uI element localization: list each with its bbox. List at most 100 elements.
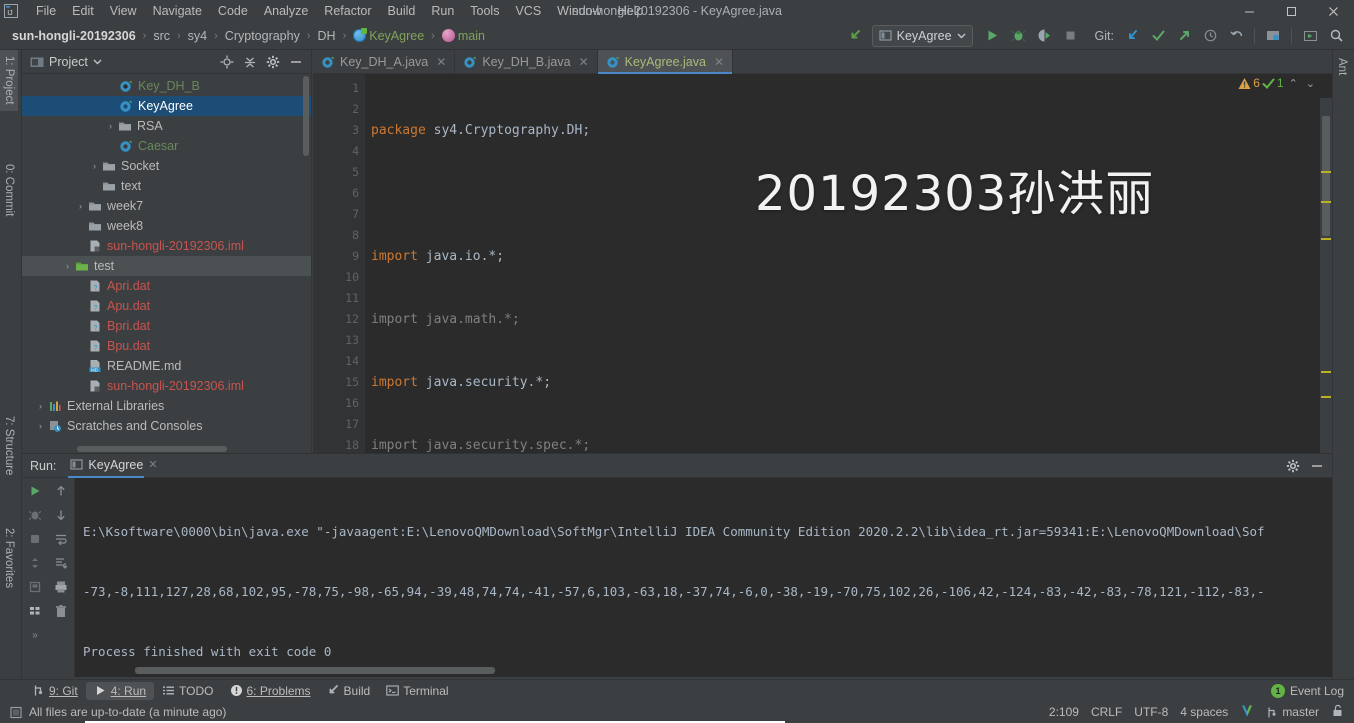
editor-tabs[interactable]: Key_DH_A.java ✕ Key_DH_B.java ✕ KeyAgree… bbox=[313, 50, 1332, 74]
git-update-icon[interactable] bbox=[1120, 25, 1144, 47]
error-stripe-marker[interactable] bbox=[1321, 396, 1331, 398]
hide-panel-icon[interactable] bbox=[285, 52, 307, 72]
tree-node-text[interactable]: text bbox=[22, 176, 311, 196]
history-icon[interactable] bbox=[1198, 25, 1222, 47]
menu-bar[interactable]: File Edit View Navigate Code Analyze Ref… bbox=[28, 2, 651, 20]
menu-item-edit[interactable]: Edit bbox=[64, 2, 102, 20]
bottom-item-todo[interactable]: TODO bbox=[154, 682, 221, 700]
tree-node-keyagree[interactable]: KeyAgree bbox=[22, 96, 311, 116]
error-stripe-marker[interactable] bbox=[1321, 171, 1331, 173]
tab-keyagree-java[interactable]: KeyAgree.java ✕ bbox=[597, 50, 733, 74]
menu-item-file[interactable]: File bbox=[28, 2, 64, 20]
breadcrumb-item-src[interactable]: src bbox=[149, 28, 174, 44]
tree-node-week8[interactable]: week8 bbox=[22, 216, 311, 236]
wrap-text-icon[interactable] bbox=[25, 602, 45, 620]
menu-item-navigate[interactable]: Navigate bbox=[145, 2, 210, 20]
breadcrumb-item-main[interactable]: main bbox=[438, 28, 489, 44]
bottom-item-terminal[interactable]: Terminal bbox=[378, 682, 456, 700]
tree-node-iml[interactable]: sun-hongli-20192306.iml bbox=[22, 376, 311, 396]
sidebar-item-favorites[interactable]: 2: Favorites bbox=[0, 522, 18, 594]
soft-wrap-icon[interactable] bbox=[51, 530, 71, 548]
pin-icon[interactable] bbox=[25, 578, 45, 596]
git-push-icon[interactable] bbox=[1172, 25, 1196, 47]
tree-node-apri-dat[interactable]: ? Apri.dat bbox=[22, 276, 311, 296]
sidebar-item-project[interactable]: 1: Project bbox=[0, 50, 18, 111]
breadcrumb[interactable]: sun-hongli-20192306 › src › sy4 › Crypto… bbox=[0, 27, 489, 44]
up-arrow-icon[interactable] bbox=[51, 482, 71, 500]
expand-arrow-icon[interactable]: › bbox=[88, 161, 101, 171]
sidebar-item-ant[interactable]: Ant bbox=[1333, 52, 1351, 81]
expand-icon[interactable]: » bbox=[25, 626, 45, 644]
tree-node-external-libraries[interactable]: › External Libraries bbox=[22, 396, 311, 416]
bottom-item-run[interactable]: 4: Run bbox=[85, 681, 155, 700]
breadcrumb-item-project[interactable]: sun-hongli-20192306 bbox=[8, 28, 140, 44]
search-everywhere-icon[interactable] bbox=[1324, 25, 1348, 47]
down-arrow-icon[interactable] bbox=[51, 506, 71, 524]
tree-node-bpu-dat[interactable]: ? Bpu.dat bbox=[22, 336, 311, 356]
close-icon[interactable]: ✕ bbox=[436, 55, 446, 69]
git-commit-icon[interactable] bbox=[1146, 25, 1170, 47]
expand-arrow-icon[interactable]: › bbox=[74, 201, 87, 211]
stop-icon[interactable] bbox=[1059, 25, 1083, 47]
menu-item-tools[interactable]: Tools bbox=[462, 2, 507, 20]
close-icon[interactable]: ✕ bbox=[714, 55, 724, 69]
indent-setting[interactable]: 4 spaces bbox=[1180, 705, 1228, 719]
menu-item-window[interactable]: Window bbox=[549, 2, 609, 20]
breadcrumb-item-dh[interactable]: DH bbox=[314, 28, 340, 44]
chevron-down-icon[interactable]: ⌄ bbox=[1303, 77, 1318, 90]
close-icon[interactable]: ✕ bbox=[579, 55, 589, 69]
hide-panel-icon[interactable] bbox=[1306, 456, 1328, 476]
error-stripe-marker[interactable] bbox=[1321, 201, 1331, 203]
tree-node-caesar[interactable]: Caesar bbox=[22, 136, 311, 156]
rerun-icon[interactable] bbox=[25, 482, 45, 500]
tree-vertical-scrollbar[interactable] bbox=[303, 76, 309, 156]
run-configuration-selector[interactable]: KeyAgree bbox=[871, 24, 973, 47]
menu-item-vcs[interactable]: VCS bbox=[507, 2, 549, 20]
idea-vcs-icon[interactable] bbox=[1240, 704, 1254, 721]
warning-indicator[interactable]: 6 bbox=[1238, 76, 1260, 90]
error-stripe-marker[interactable] bbox=[1321, 371, 1331, 373]
close-icon[interactable]: ✕ bbox=[148, 458, 157, 471]
tree-node-iml-upper[interactable]: sun-hongli-20192306.iml bbox=[22, 236, 311, 256]
tree-node-rsa[interactable]: › RSA bbox=[22, 116, 311, 136]
print-icon[interactable] bbox=[51, 578, 71, 596]
tab-key-dh-b-java[interactable]: Key_DH_B.java ✕ bbox=[455, 50, 598, 73]
minimize-button[interactable] bbox=[1228, 0, 1270, 22]
debug-rerun-icon[interactable] bbox=[25, 506, 45, 524]
chevron-down-icon[interactable] bbox=[93, 57, 102, 66]
unlocked-icon[interactable] bbox=[1331, 704, 1344, 720]
stop-icon[interactable] bbox=[25, 530, 45, 548]
select-in-icon[interactable] bbox=[1298, 25, 1322, 47]
close-button[interactable] bbox=[1312, 0, 1354, 22]
menu-item-run[interactable]: Run bbox=[423, 2, 462, 20]
menu-item-code[interactable]: Code bbox=[210, 2, 256, 20]
tree-node-apu-dat[interactable]: ? Apu.dat bbox=[22, 296, 311, 316]
menu-item-refactor[interactable]: Refactor bbox=[316, 2, 379, 20]
trash-icon[interactable] bbox=[51, 602, 71, 620]
gear-icon[interactable] bbox=[1282, 456, 1304, 476]
locate-icon[interactable] bbox=[216, 52, 238, 72]
scroll-to-end-icon[interactable] bbox=[51, 554, 71, 572]
file-encoding[interactable]: UTF-8 bbox=[1134, 705, 1168, 719]
tree-node-test[interactable]: › test bbox=[22, 256, 311, 276]
menu-item-view[interactable]: View bbox=[102, 2, 145, 20]
tree-node-readme[interactable]: MD README.md bbox=[22, 356, 311, 376]
menu-item-help[interactable]: Help bbox=[610, 2, 652, 20]
back-arrow-icon[interactable] bbox=[844, 25, 868, 47]
inspection-widget[interactable]: 6 1 ⌃ ⌄ bbox=[1238, 76, 1318, 90]
tree-node-key-dh-b[interactable]: Key_DH_B bbox=[22, 76, 311, 96]
breadcrumb-item-keyagree[interactable]: KeyAgree bbox=[349, 27, 428, 44]
tree-node-socket[interactable]: › Socket bbox=[22, 156, 311, 176]
event-log-label[interactable]: Event Log bbox=[1290, 684, 1344, 698]
bottom-item-build[interactable]: Build bbox=[319, 682, 379, 700]
menu-item-analyze[interactable]: Analyze bbox=[256, 2, 316, 20]
console-horizontal-scrollbar[interactable] bbox=[135, 667, 495, 674]
menu-item-build[interactable]: Build bbox=[380, 2, 424, 20]
bottom-item-problems[interactable]: 6: Problems bbox=[222, 682, 319, 700]
expand-arrow-icon[interactable]: › bbox=[34, 421, 47, 431]
project-tree[interactable]: Key_DH_B KeyAgree › RSA Caesar › Socket … bbox=[22, 74, 311, 453]
run-with-coverage-icon[interactable] bbox=[1033, 25, 1057, 47]
run-icon[interactable] bbox=[981, 25, 1005, 47]
project-structure-icon[interactable] bbox=[1261, 25, 1285, 47]
undo-icon[interactable] bbox=[1224, 25, 1248, 47]
